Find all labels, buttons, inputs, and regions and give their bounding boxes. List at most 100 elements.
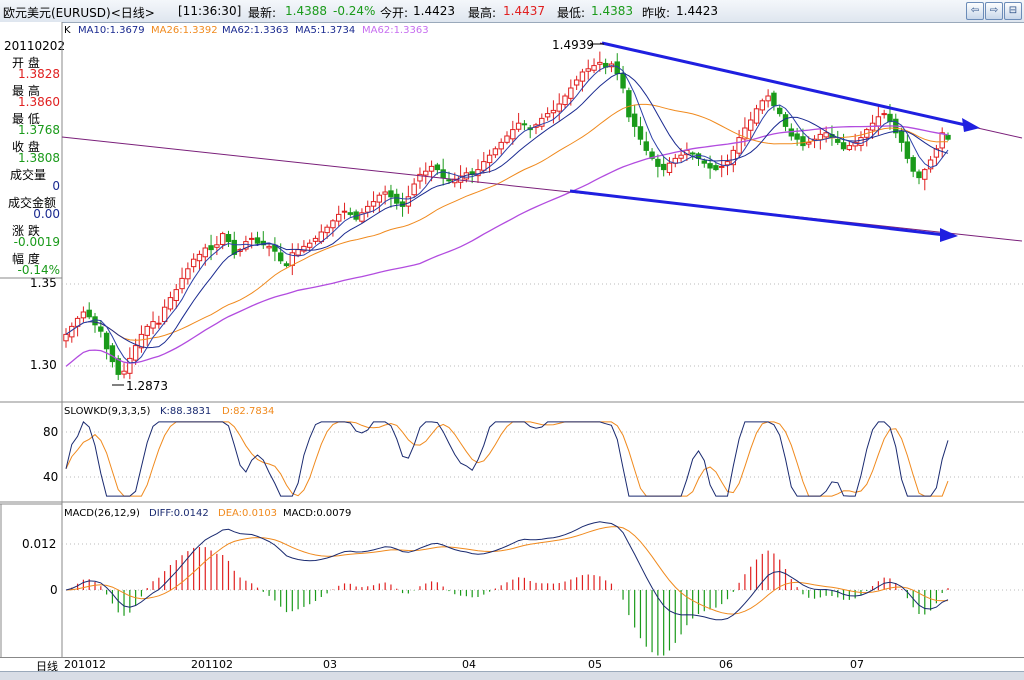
candle-body bbox=[307, 242, 313, 248]
trend-arrow-upper bbox=[962, 118, 980, 132]
candle-body bbox=[167, 297, 174, 310]
candle-body bbox=[660, 163, 667, 171]
stoch-legend-name: SLOWKD(9,3,3,5) bbox=[64, 406, 150, 417]
candle-body bbox=[823, 132, 829, 138]
date-tick-201102: 201102 bbox=[191, 658, 233, 671]
info-volume-value: 0 bbox=[52, 179, 60, 193]
legend-k: K bbox=[64, 25, 71, 36]
candle-body bbox=[539, 117, 545, 127]
candle-body bbox=[208, 245, 214, 251]
candle-body bbox=[562, 95, 568, 106]
stoch-k-line bbox=[65, 421, 949, 497]
candle-body bbox=[922, 169, 928, 180]
macd-tick-0012: 0.012 bbox=[22, 537, 57, 551]
main-legend: K MA10:1.3679 MA26:1.3392 MA62:1.3363 MA… bbox=[64, 25, 429, 36]
candle-body bbox=[92, 316, 98, 326]
date-tick-05: 05 bbox=[588, 658, 602, 671]
candle-body bbox=[701, 160, 707, 164]
stoch-tick-40: 40 bbox=[43, 470, 59, 484]
candle-body bbox=[161, 306, 168, 323]
candle-body bbox=[109, 345, 116, 363]
candle-body bbox=[423, 170, 429, 176]
candle-body bbox=[312, 237, 319, 242]
macd-legend-macd: MACD:0.0079 bbox=[283, 508, 351, 519]
candle-body bbox=[121, 370, 127, 375]
moving-averages bbox=[65, 65, 949, 367]
candle-body bbox=[597, 61, 603, 65]
legend-ma26: MA26:1.3392 bbox=[151, 25, 218, 36]
candle-body bbox=[225, 234, 232, 243]
macd-legend-dea: DEA:0.0103 bbox=[218, 508, 277, 519]
maximize-window-button[interactable]: ⇨ bbox=[985, 2, 1003, 20]
macd-diff-line bbox=[65, 521, 949, 621]
candle-body bbox=[678, 154, 684, 159]
candle-body bbox=[434, 164, 441, 171]
candle-body bbox=[585, 68, 591, 72]
candle-body bbox=[69, 325, 75, 338]
date-tick-04: 04 bbox=[462, 658, 476, 671]
close-window-button[interactable]: ⊟ bbox=[1004, 2, 1022, 20]
candle-body bbox=[788, 128, 795, 137]
candle-body bbox=[916, 171, 922, 179]
candle-body bbox=[492, 148, 499, 156]
y-tick-135: 1.35 bbox=[30, 276, 57, 290]
trend-lines bbox=[61, 41, 1023, 242]
ma62-line bbox=[65, 125, 949, 367]
candle-body bbox=[626, 90, 632, 118]
candle-body bbox=[806, 141, 812, 145]
info-panel: 20110202 开 盘 1.3828 最 高 1.3860 最 低 1.376… bbox=[0, 22, 65, 657]
candle-body bbox=[579, 71, 586, 82]
candle-body bbox=[927, 159, 934, 170]
ma10-line bbox=[65, 72, 949, 349]
candle-body bbox=[510, 129, 516, 140]
info-volume-label: 成交量 bbox=[10, 168, 47, 182]
candle-body bbox=[904, 141, 911, 159]
candle-body bbox=[945, 134, 951, 140]
candle-body bbox=[272, 244, 278, 252]
candle-body bbox=[504, 135, 510, 143]
high-annotation: 1.4939 bbox=[552, 38, 594, 52]
channel-line-upper bbox=[599, 42, 1023, 139]
candle-body bbox=[388, 190, 394, 198]
prev-close-label: 昨收: bbox=[642, 6, 671, 20]
candle-body bbox=[277, 252, 284, 262]
candle-body bbox=[858, 137, 864, 146]
chart-area[interactable]: K MA10:1.3679 MA26:1.3392 MA62:1.3363 MA… bbox=[0, 0, 1024, 679]
candle-body bbox=[672, 157, 678, 164]
channel-line-lower bbox=[61, 136, 1023, 242]
candle-body bbox=[695, 153, 702, 159]
candle-body bbox=[875, 116, 882, 127]
candle-body bbox=[486, 154, 493, 164]
candle-body bbox=[365, 205, 371, 213]
candle-body bbox=[173, 289, 179, 301]
candle-body bbox=[283, 263, 290, 267]
candle-body bbox=[469, 171, 475, 175]
candle-body bbox=[614, 61, 620, 75]
candle-body bbox=[748, 119, 754, 131]
candle-body bbox=[718, 165, 725, 168]
candle-body bbox=[260, 240, 266, 246]
stoch-legend-d: D:82.7834 bbox=[222, 406, 274, 417]
candle-body bbox=[544, 113, 551, 118]
trend-line-upper bbox=[601, 41, 971, 128]
candle-body bbox=[440, 169, 446, 179]
legend-ma62-b: MA62:1.3363 bbox=[362, 25, 429, 36]
low-label: 最低: bbox=[557, 6, 586, 20]
candle-body bbox=[63, 333, 69, 342]
candle-body bbox=[417, 173, 423, 182]
candle-body bbox=[428, 165, 435, 172]
prev-close-value: 1.4423 bbox=[676, 4, 718, 18]
candle-body bbox=[933, 148, 940, 158]
date-tick-03: 03 bbox=[323, 658, 337, 671]
candle-body bbox=[515, 122, 522, 130]
candle-body bbox=[324, 226, 330, 234]
symbol-title: 欧元美元(EURUSD)<日线> bbox=[3, 6, 155, 20]
macd-bars-lines bbox=[65, 521, 949, 656]
restore-window-button[interactable]: ⇦ bbox=[966, 2, 984, 20]
y-tick-130: 1.30 bbox=[30, 358, 57, 372]
candle-body bbox=[202, 247, 208, 258]
candle-body bbox=[336, 213, 342, 222]
macd-legend-diff: DIFF:0.0142 bbox=[149, 508, 209, 519]
info-open-value: 1.3828 bbox=[18, 67, 60, 81]
candle-body bbox=[382, 191, 388, 195]
